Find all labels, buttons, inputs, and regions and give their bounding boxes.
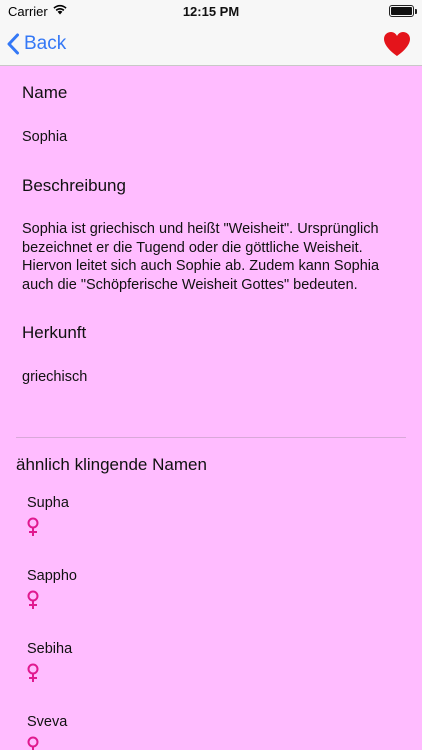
- heart-icon[interactable]: [382, 30, 412, 58]
- similar-name-label: Sveva: [27, 714, 68, 730]
- similar-name-item[interactable]: Sebiha: [27, 641, 387, 701]
- female-symbol-icon: [27, 736, 39, 750]
- similar-name-item[interactable]: Sappho: [27, 568, 387, 628]
- similar-name-item[interactable]: Sveva: [27, 714, 387, 750]
- female-symbol-icon: [27, 663, 39, 682]
- similar-name-label: Sebiha: [27, 641, 73, 657]
- status-bar: Carrier 12:15 PM: [0, 0, 422, 22]
- origin-value: griechisch: [22, 369, 88, 385]
- name-value: Sophia: [22, 129, 68, 145]
- back-button[interactable]: Back: [6, 30, 66, 58]
- navigation-bar: Back: [0, 22, 422, 66]
- clock: 12:15 PM: [182, 4, 240, 19]
- female-symbol-icon: [27, 517, 39, 536]
- divider: [16, 437, 406, 438]
- name-heading: Name: [22, 83, 68, 102]
- description-heading: Beschreibung: [22, 176, 126, 195]
- detail-content: Name Sophia Beschreibung Sophia ist grie…: [0, 66, 422, 750]
- back-button-label: Back: [24, 33, 67, 54]
- chevron-left-icon: [7, 33, 19, 55]
- battery-icon: [389, 5, 417, 17]
- description-value: Sophia ist griechisch und heißt "Weishei…: [22, 221, 380, 293]
- female-symbol-icon: [27, 590, 39, 609]
- origin-heading: Herkunft: [22, 323, 87, 342]
- similar-name-item[interactable]: Supha: [27, 495, 387, 555]
- similar-name-label: Sappho: [27, 568, 77, 584]
- similar-names-heading: ähnlich klingende Namen: [16, 455, 207, 474]
- similar-name-label: Supha: [27, 495, 69, 511]
